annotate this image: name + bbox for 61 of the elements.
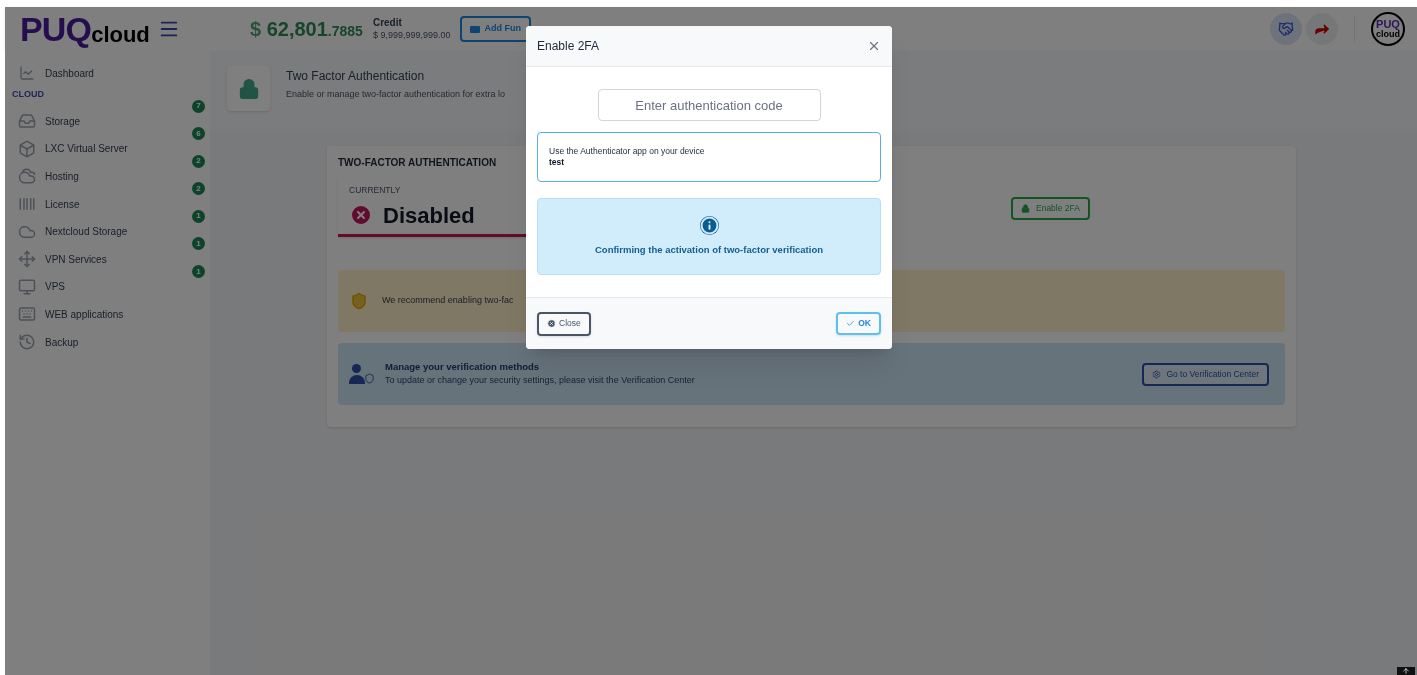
move-arrows-icon (17, 250, 37, 269)
handshake-button[interactable] (1270, 13, 1302, 45)
share-button[interactable] (1306, 13, 1338, 45)
authentication-code-field[interactable]: Enter authentication code (597, 89, 821, 121)
page-subtitle: Enable or manage two-factor authentication for extra lo (286, 88, 506, 101)
sidebar-item[interactable]: Hosting (17, 167, 79, 186)
status-label: CURRENTLY (349, 184, 402, 197)
inbox-icon (17, 112, 37, 131)
box-icon (17, 139, 37, 158)
info-text: Confirming the activation of two-factor verification (595, 242, 823, 257)
count-badge: 1 (192, 265, 205, 279)
app-name: test (549, 157, 566, 168)
enable-2fa-button[interactable]: Enable 2FA (1011, 196, 1090, 220)
sidebar-item[interactable]: Backup (17, 333, 79, 352)
manage-text: To update or change your security settings, please visit the Verification Center (385, 374, 695, 388)
lock-icon (1021, 203, 1030, 213)
credit-value: $ 9,999,999,999.00 (372, 29, 451, 41)
sidebar-item[interactable]: VPS (17, 277, 65, 296)
gear-icon (1152, 369, 1162, 379)
sidebar-item[interactable]: WEB applications (17, 305, 124, 324)
cloud-icon (17, 167, 37, 186)
info-icon (699, 215, 719, 235)
line-chart-icon (18, 65, 36, 81)
lock-icon (237, 77, 260, 100)
logo: PUQcloud (20, 12, 150, 46)
count-badge: 6 (192, 127, 205, 141)
count-badge: 1 (192, 237, 205, 251)
balance-amount: $ 62,801.7885 (250, 17, 363, 42)
count-badge: 7 (192, 99, 205, 113)
sidebar-item[interactable]: Storage (17, 112, 81, 131)
count-badge: 1 (192, 209, 205, 223)
status-value: Disabled (383, 201, 475, 230)
keyboard-icon (17, 305, 37, 324)
close-button[interactable]: Close (537, 311, 591, 336)
hint-text: Use the Authenticator app on your device (549, 146, 706, 157)
count-badge: 2 (192, 182, 205, 196)
user-shield-icon (349, 364, 375, 384)
money-icon (470, 25, 481, 33)
shield-icon (350, 291, 368, 311)
credit-label: Credit (372, 17, 403, 30)
sidebar-section-title: CLOUD (11, 88, 45, 101)
card-heading: TWO-FACTOR AUTHENTICATION (338, 156, 497, 170)
sidebar-item[interactable]: License (17, 195, 80, 214)
monitor-icon (17, 277, 37, 296)
sidebar-item[interactable]: Nextcloud Storage (17, 222, 128, 241)
x-circle-icon (547, 319, 556, 328)
page-title: Two Factor Authentication (286, 68, 426, 85)
sidebar-item[interactable]: VPN Services (17, 250, 107, 269)
ok-button[interactable]: OK (836, 312, 881, 335)
manage-title: Manage your verification methods (385, 360, 541, 375)
handshake-icon (1278, 21, 1294, 37)
warning-text: We recommend enabling two-fac (382, 294, 514, 308)
sidebar-item[interactable]: LXC Virtual Server (17, 139, 128, 158)
count-badge: 2 (192, 154, 205, 168)
history-icon (17, 333, 37, 352)
check-icon (846, 319, 856, 328)
sidebar-item[interactable]: Dashboard (5, 60, 210, 86)
close-icon[interactable] (867, 39, 881, 53)
dialog-title: Enable 2FA (537, 38, 600, 55)
scroll-top-icon[interactable] (1397, 667, 1415, 675)
user-avatar[interactable]: PUQ cloud (1371, 12, 1405, 46)
